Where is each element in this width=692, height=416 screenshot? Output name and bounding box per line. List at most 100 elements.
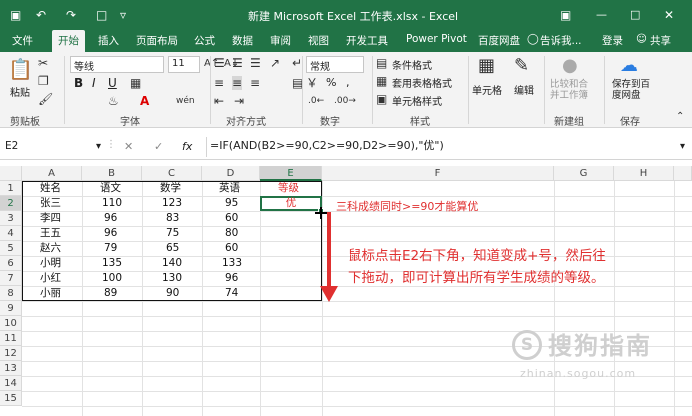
wrap-text-icon[interactable]: ↵ <box>292 56 302 70</box>
redo-icon[interactable]: ↷ <box>66 8 76 22</box>
italic-button[interactable]: I <box>92 76 96 90</box>
new-file-icon[interactable]: □ <box>96 8 107 22</box>
increase-decimal-icon[interactable]: .0← <box>308 94 324 108</box>
format-painter-icon[interactable]: 🖌 <box>38 92 53 106</box>
tab-power-pivot[interactable]: Power Pivot <box>406 33 467 45</box>
underline-button[interactable]: U <box>108 76 117 90</box>
ribbon-display-icon[interactable]: ▣ <box>560 8 571 22</box>
table-cell[interactable]: 123 <box>162 196 182 211</box>
table-cell[interactable]: 60 <box>225 211 238 226</box>
row-header[interactable]: 14 <box>0 376 22 391</box>
worksheet-grid[interactable]: A B C D E F G H 1 2 3 4 5 6 7 8 9 10 11 … <box>0 166 692 416</box>
name-box[interactable]: E2 <box>2 138 92 156</box>
row-header[interactable]: 12 <box>0 346 22 361</box>
orientation-icon[interactable]: ↗ <box>270 56 280 70</box>
column-header-d[interactable]: D <box>202 166 260 181</box>
column-header-a[interactable]: A <box>22 166 82 181</box>
table-cell[interactable]: 95 <box>225 196 238 211</box>
table-cell[interactable]: 王五 <box>40 226 61 241</box>
align-right-icon[interactable]: ≡ <box>250 76 260 90</box>
align-left-icon[interactable]: ≡ <box>214 76 224 90</box>
login-link[interactable]: 登录 <box>602 33 623 48</box>
save-icon[interactable]: ▣ <box>10 8 21 22</box>
row-header[interactable]: 1 <box>0 181 22 196</box>
align-top-icon[interactable]: ☰ <box>214 56 225 70</box>
align-center-icon[interactable]: ≡ <box>232 76 243 90</box>
tab-developer[interactable]: 开发工具 <box>346 33 388 48</box>
table-cell[interactable]: 110 <box>102 196 122 211</box>
header-cell-name[interactable]: 姓名 <box>40 181 61 196</box>
formula-input[interactable]: =IF(AND(B2>=90,C2>=90,D2>=90),"优") <box>206 137 676 157</box>
table-cell[interactable]: 65 <box>166 241 179 256</box>
comma-button[interactable]: , <box>346 76 350 89</box>
header-cell-chinese[interactable]: 语文 <box>100 181 121 196</box>
table-cell[interactable]: 张三 <box>40 196 61 211</box>
tab-home[interactable]: 开始 <box>52 30 85 52</box>
row-header[interactable]: 10 <box>0 316 22 331</box>
copy-icon[interactable]: ❐ <box>38 74 49 88</box>
undo-icon[interactable]: ↶ <box>36 8 46 22</box>
name-box-dropdown-icon[interactable]: ▾ <box>96 141 101 152</box>
row-header[interactable]: 13 <box>0 361 22 376</box>
table-cell[interactable]: 83 <box>166 211 179 226</box>
collapse-ribbon-icon[interactable]: ⌃ <box>676 110 684 124</box>
table-cell[interactable]: 89 <box>104 286 117 301</box>
font-color-icon[interactable]: A <box>140 94 149 108</box>
row-header[interactable]: 2 <box>0 196 22 211</box>
column-header-b[interactable]: B <box>82 166 142 181</box>
tab-data[interactable]: 数据 <box>232 33 253 48</box>
table-cell[interactable]: 135 <box>102 256 122 271</box>
tell-me-search[interactable]: 告诉我... <box>540 33 582 48</box>
table-format-button[interactable]: 套用表格格式 <box>392 75 452 90</box>
table-cell[interactable]: 100 <box>102 271 122 286</box>
enter-icon[interactable]: ✓ <box>154 140 163 153</box>
row-header[interactable]: 15 <box>0 391 22 406</box>
font-name-select[interactable]: 等线 <box>70 56 164 73</box>
tab-baidu-netdisk[interactable]: 百度网盘 <box>478 33 520 48</box>
header-cell-math[interactable]: 数学 <box>160 181 181 196</box>
conditional-format-button[interactable]: 条件格式 <box>392 57 432 72</box>
table-cell[interactable]: 133 <box>222 256 242 271</box>
increase-indent-icon[interactable]: ⇥ <box>234 94 244 108</box>
table-cell[interactable]: 96 <box>104 226 117 241</box>
save-to-baidu-button[interactable]: 保存到百度网盘 <box>612 79 658 101</box>
cut-icon[interactable]: ✂ <box>38 56 48 70</box>
row-header[interactable]: 11 <box>0 331 22 346</box>
table-cell[interactable]: 140 <box>162 256 182 271</box>
tab-file[interactable]: 文件 <box>12 33 33 48</box>
table-cell[interactable]: 74 <box>225 286 238 301</box>
table-cell[interactable]: 李四 <box>40 211 61 226</box>
edit-button[interactable]: 编辑 <box>514 82 534 97</box>
table-cell[interactable]: 90 <box>166 286 179 301</box>
column-header-g[interactable]: G <box>554 166 614 181</box>
quick-access-icon[interactable]: ▿ <box>120 8 126 22</box>
table-cell[interactable]: 80 <box>225 226 238 241</box>
cells-button[interactable]: 单元格 <box>472 82 502 97</box>
table-cell[interactable]: 130 <box>162 271 182 286</box>
column-header-h[interactable]: H <box>614 166 674 181</box>
compare-merge-button[interactable]: 比较和合并工作簿 <box>550 79 596 101</box>
row-header[interactable]: 7 <box>0 271 22 286</box>
border-icon[interactable]: ▦ <box>130 76 141 90</box>
column-header-f[interactable]: F <box>322 166 554 181</box>
decrease-decimal-icon[interactable]: .00→ <box>334 94 356 108</box>
cancel-icon[interactable]: ✕ <box>124 140 133 153</box>
paste-icon[interactable]: 📋 <box>8 58 33 80</box>
cell-style-button[interactable]: 单元格样式 <box>392 93 442 108</box>
tab-review[interactable]: 审阅 <box>270 33 291 48</box>
restore-icon[interactable]: □ <box>630 8 640 21</box>
table-cell[interactable]: 小丽 <box>40 286 61 301</box>
bold-button[interactable]: B <box>74 76 83 90</box>
phonetic-icon[interactable]: wén <box>176 94 195 108</box>
insert-function-button[interactable]: fx <box>182 140 192 153</box>
align-bottom-icon[interactable]: ☰ <box>250 56 261 70</box>
tab-formulas[interactable]: 公式 <box>194 33 215 48</box>
select-all-corner[interactable] <box>0 166 22 181</box>
table-cell[interactable]: 赵六 <box>40 241 61 256</box>
tab-page-layout[interactable]: 页面布局 <box>136 33 178 48</box>
row-header[interactable]: 5 <box>0 241 22 256</box>
header-cell-grade[interactable]: 等级 <box>278 181 299 196</box>
tab-view[interactable]: 视图 <box>308 33 329 48</box>
expand-formula-icon[interactable]: ▾ <box>680 141 685 152</box>
row-header[interactable]: 8 <box>0 286 22 301</box>
